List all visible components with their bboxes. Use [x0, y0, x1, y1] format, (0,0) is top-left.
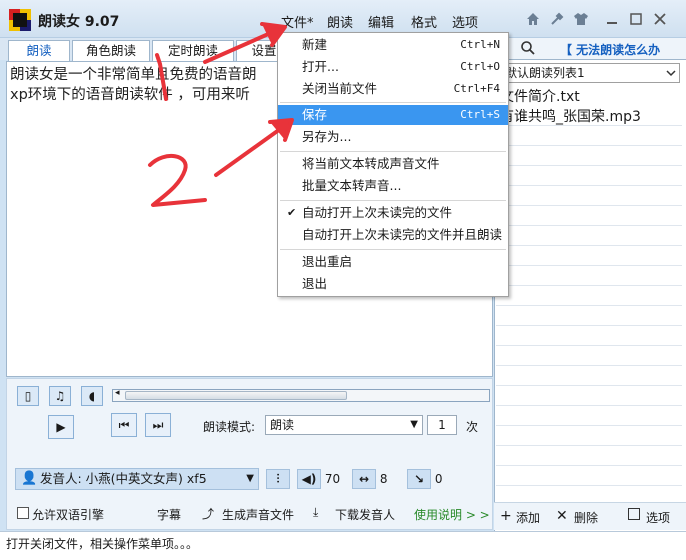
menu-new[interactable]: 新建 Ctrl+N	[278, 35, 508, 55]
repeat-count[interactable]: 1	[427, 415, 457, 435]
tab-timed-read[interactable]: 定时朗读	[152, 40, 234, 61]
menu-save-as[interactable]: 另存为...	[278, 127, 508, 147]
read-mode-label: 朗读模式:	[203, 420, 256, 434]
speed-icon: ↔	[352, 469, 376, 489]
file-menu: 新建 Ctrl+N 打开... Ctrl+O 关闭当前文件 Ctrl+F4 保存 Ctr…	[277, 32, 509, 297]
options-button[interactable]: 选项	[646, 509, 670, 526]
home-icon[interactable]	[525, 11, 541, 27]
tab-read[interactable]: 朗读	[8, 40, 70, 61]
menu-file[interactable]: 文件*	[281, 12, 314, 31]
app-logo-icon	[9, 9, 31, 31]
close-icon[interactable]	[652, 11, 668, 27]
export-icon: ⤴	[202, 507, 215, 521]
subtitle-button[interactable]: 字幕	[157, 506, 181, 523]
tone-param[interactable]: ⫶	[266, 468, 290, 490]
repeat-unit: 次	[466, 420, 479, 434]
menu-read[interactable]: 朗读	[327, 12, 353, 31]
voice-select[interactable]: 👤 发音人: 小燕(中英文女声) xf5 ▼	[15, 468, 259, 490]
options-icon	[628, 508, 640, 520]
bilingual-checkbox[interactable]	[17, 507, 29, 519]
pitch-value: 0	[434, 472, 443, 486]
mic-icon[interactable]: ◖	[81, 386, 103, 406]
next-icon[interactable]: ⏭	[145, 413, 171, 437]
menu-batch-convert[interactable]: 批量文本转声音...	[278, 176, 508, 196]
status-bar: 打开关闭文件，相关操作菜单项。。。	[0, 531, 686, 560]
playlist-item[interactable]: 有谁共鸣_张国荣.mp3	[500, 106, 641, 126]
read-mode-select[interactable]: 朗读 ▼	[265, 415, 423, 435]
playlist-footer: + 添加 ✕ 删除 选项	[494, 502, 686, 530]
search-icon[interactable]	[520, 40, 536, 56]
prev-icon[interactable]: ⏮	[111, 413, 137, 437]
delete-button[interactable]: 删除	[574, 509, 598, 526]
speed-value: 8	[379, 472, 388, 486]
add-button[interactable]: 添加	[516, 509, 540, 526]
search-bar: 【 无法朗读怎么办	[494, 38, 686, 60]
maximize-icon[interactable]	[628, 11, 644, 27]
download-icon: ⤓	[313, 505, 319, 519]
text-mode-icon[interactable]: ▯	[17, 386, 39, 406]
voice-label: 发音人: 小燕(中英文女声) xf5	[40, 471, 207, 486]
gen-audio-button[interactable]: 生成声音文件	[222, 506, 294, 523]
volume-icon: ◀)	[297, 469, 321, 489]
download-voice-button[interactable]: 下载发音人	[335, 506, 395, 523]
volume-value: 70	[324, 472, 341, 486]
menu-save[interactable]: 保存 Ctrl+S	[278, 105, 508, 125]
menu-format[interactable]: 格式	[411, 12, 437, 31]
app-title: 朗读女 9.07	[38, 14, 120, 30]
menu-restart[interactable]: 退出重启	[278, 252, 508, 272]
menu-open[interactable]: 打开... Ctrl+O	[278, 57, 508, 77]
music-icon[interactable]: ♫	[49, 386, 71, 406]
x-icon: ✕	[556, 508, 568, 524]
menu-edit[interactable]: 编辑	[368, 12, 394, 31]
menu-auto-open[interactable]: ✔ 自动打开上次未读完的文件	[278, 203, 508, 223]
chevron-down-icon[interactable]	[664, 66, 678, 80]
bilingual-label: 允许双语引擎	[32, 508, 105, 522]
minimize-icon[interactable]	[604, 11, 620, 27]
read-mode-value: 朗读	[270, 418, 295, 432]
chevron-down-icon: ▼	[410, 419, 418, 430]
help-link[interactable]: 【 无法朗读怎么办	[560, 41, 660, 58]
help-button[interactable]: 使用说明 > >	[414, 506, 490, 523]
scroll-left-icon[interactable]: ◂	[115, 388, 120, 398]
slider-thumb[interactable]	[125, 391, 347, 400]
pitch-icon: ↘	[407, 469, 431, 489]
shirt-icon[interactable]	[573, 11, 589, 27]
checkmark-icon: ✔	[287, 206, 297, 219]
chevron-down-icon: ▼	[246, 473, 254, 484]
plus-icon: +	[500, 508, 512, 524]
user-icon: 👤	[21, 471, 38, 486]
tab-role-read[interactable]: 角色朗读	[72, 40, 150, 61]
tools-icon[interactable]	[549, 11, 565, 27]
menu-auto-open-read[interactable]: 自动打开上次未读完的文件并且朗读	[278, 225, 508, 245]
speed-param[interactable]: ↔ 8	[352, 468, 387, 490]
editor-line: xp环境下的语音朗读软件 ，可用来听	[10, 87, 250, 103]
play-icon[interactable]: ▶	[48, 415, 74, 439]
volume-param[interactable]: ◀) 70	[297, 468, 340, 490]
pitch-param[interactable]: ↘ 0	[407, 468, 442, 490]
menu-text-to-audio[interactable]: 将当前文本转成声音文件	[278, 154, 508, 174]
playlist-select[interactable]: 默认朗读列表1	[498, 63, 680, 83]
menu-exit[interactable]: 退出	[278, 274, 508, 294]
menu-options[interactable]: 选项	[452, 12, 478, 31]
menu-close-file[interactable]: 关闭当前文件 Ctrl+F4	[278, 79, 508, 99]
tone-icon: ⫶	[266, 469, 290, 489]
playlist-item[interactable]: 文件简介.txt	[500, 86, 580, 106]
progress-slider[interactable]: ◂	[112, 388, 490, 402]
editor-line: 朗读女是一个非常简单且免费的语音朗	[10, 67, 257, 83]
